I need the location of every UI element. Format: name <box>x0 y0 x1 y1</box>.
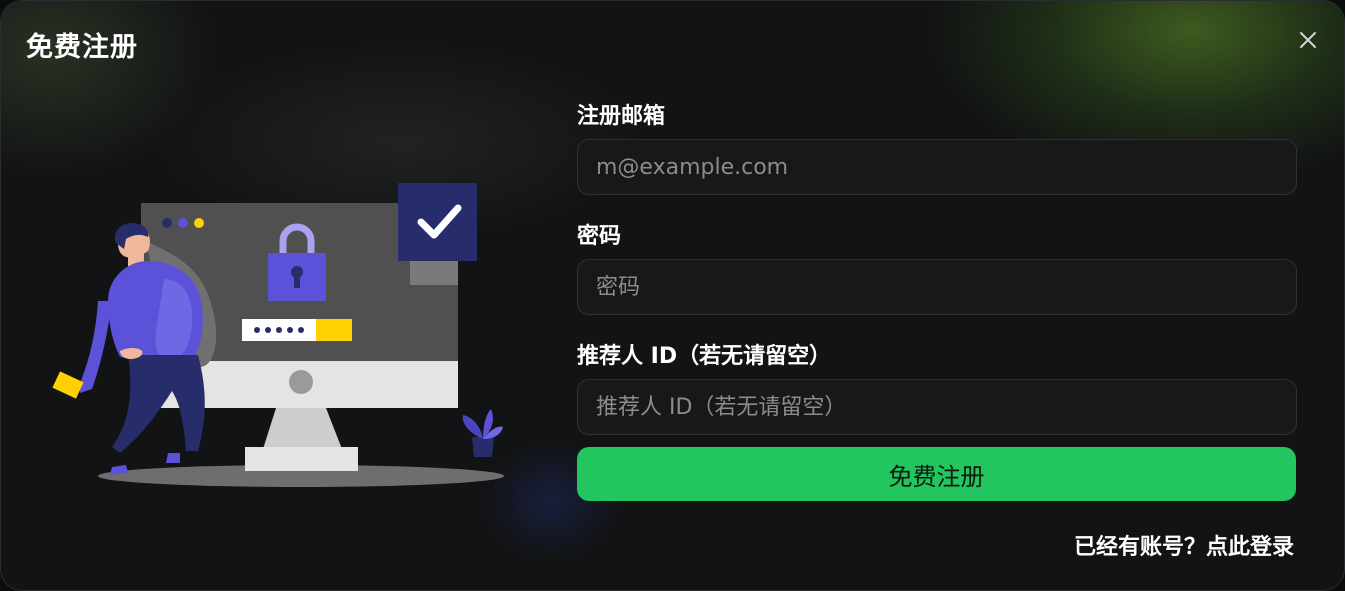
login-link[interactable]: 已经有账号？点此登录 <box>1074 529 1294 561</box>
plant-icon <box>462 409 503 457</box>
password-input[interactable] <box>577 259 1297 315</box>
register-button[interactable]: 免费注册 <box>577 447 1296 501</box>
window-dot <box>162 218 172 228</box>
close-button[interactable] <box>1295 27 1321 53</box>
referrer-id-input[interactable] <box>577 379 1297 435</box>
monitor-button <box>289 370 313 394</box>
checkbox-panel <box>398 183 477 261</box>
window-dot <box>178 218 188 228</box>
register-form: 注册邮箱 密码 推荐人 ID（若无请留空） 免费注册 <box>577 101 1297 501</box>
referrer-label: 推荐人 ID（若无请留空） <box>577 344 832 369</box>
dialog-title: 免费注册 <box>26 32 138 63</box>
register-dialog: 免费注册 注册邮箱 m@example.com 密码 推荐人 ID（若无请留空）… <box>0 0 1345 591</box>
security-illustration <box>52 183 504 487</box>
close-icon <box>1300 32 1316 48</box>
password-label: 密码 <box>577 224 622 249</box>
email-input[interactable] <box>577 139 1297 195</box>
email-label: 注册邮箱 <box>577 104 666 129</box>
monitor-neck <box>263 408 342 449</box>
monitor-base <box>245 447 358 471</box>
password-bar-end <box>316 319 352 341</box>
window-dot <box>194 218 204 228</box>
